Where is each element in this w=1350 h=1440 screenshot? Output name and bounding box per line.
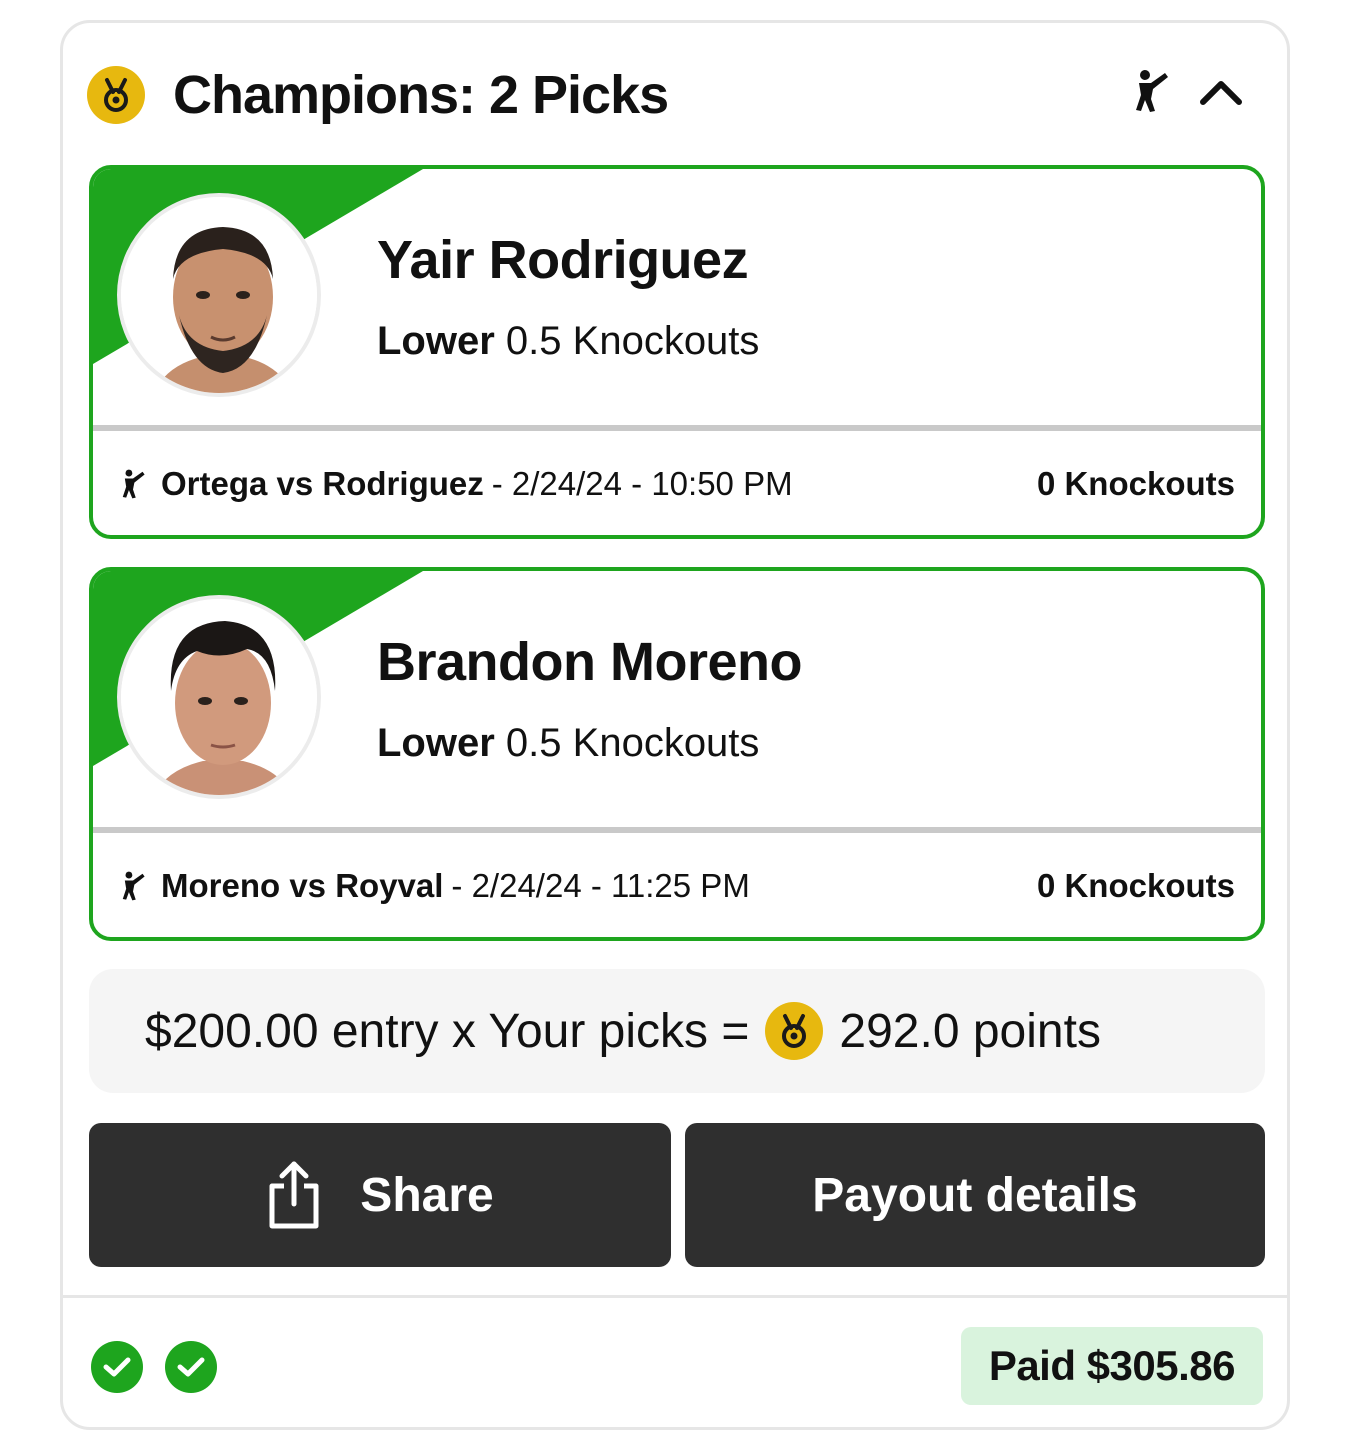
pick-result: 0 Knockouts — [1036, 465, 1235, 502]
entry-card: Champions: 2 Picks Yair Rodriguez Lower … — [60, 20, 1290, 1430]
match-datetime: - 2/24/24 - 10:50 PM — [491, 465, 793, 502]
payout-details-label: Payout details — [812, 1168, 1138, 1222]
paid-badge: Paid $305.86 — [960, 1327, 1263, 1405]
pick-direction: Lower — [377, 319, 495, 363]
match-name: Moreno vs Royval — [161, 867, 444, 904]
kick-fighter-icon — [1129, 69, 1173, 113]
pick-results — [91, 1341, 217, 1393]
share-button-label: Share — [360, 1168, 494, 1222]
divider — [63, 1295, 1287, 1298]
pick-footer: Moreno vs Royval - 2/24/24 - 11:25 PM 0 … — [119, 867, 1235, 905]
pick-card[interactable]: Brandon Moreno Lower 0.5 Knockouts Moren… — [89, 567, 1265, 941]
check-circle-icon — [91, 1341, 143, 1393]
pick-direction: Lower — [377, 721, 495, 765]
player-avatar — [117, 595, 321, 799]
entry-title: Champions: 2 Picks — [173, 65, 669, 125]
share-icon — [266, 1160, 322, 1230]
entry-header[interactable]: Champions: 2 Picks — [87, 63, 1257, 127]
kick-fighter-icon — [119, 469, 149, 499]
pick-line: Lower 0.5 Knockouts — [377, 721, 759, 766]
match-datetime: - 2/24/24 - 11:25 PM — [451, 867, 750, 904]
player-avatar — [117, 193, 321, 397]
match-name: Ortega vs Rodriguez — [161, 465, 484, 502]
player-name: Brandon Moreno — [377, 632, 802, 692]
payout-details-button[interactable]: Payout details — [685, 1123, 1265, 1267]
entry-summary: $200.00 entry x Your picks = 292.0 point… — [89, 969, 1265, 1093]
pick-stat: 0.5 Knockouts — [505, 721, 760, 765]
share-button[interactable]: Share — [89, 1123, 671, 1267]
summary-points: 292.0 points — [839, 1004, 1101, 1058]
pick-line: Lower 0.5 Knockouts — [377, 319, 759, 364]
medal-icon — [765, 1002, 824, 1060]
medal-icon — [87, 66, 145, 124]
pick-card[interactable]: Yair Rodriguez Lower 0.5 Knockouts Orteg… — [89, 165, 1265, 539]
player-name: Yair Rodriguez — [377, 230, 749, 290]
kick-fighter-icon — [119, 871, 149, 901]
pick-footer: Ortega vs Rodriguez - 2/24/24 - 10:50 PM… — [119, 465, 1235, 503]
check-circle-icon — [165, 1341, 217, 1393]
summary-entry-text: $200.00 entry x Your picks = — [145, 1004, 750, 1058]
chevron-up-icon[interactable] — [1199, 69, 1243, 113]
pick-result: 0 Knockouts — [1036, 867, 1235, 904]
pick-stat: 0.5 Knockouts — [505, 319, 760, 363]
progress-divider — [93, 827, 1261, 833]
progress-divider — [93, 425, 1261, 431]
